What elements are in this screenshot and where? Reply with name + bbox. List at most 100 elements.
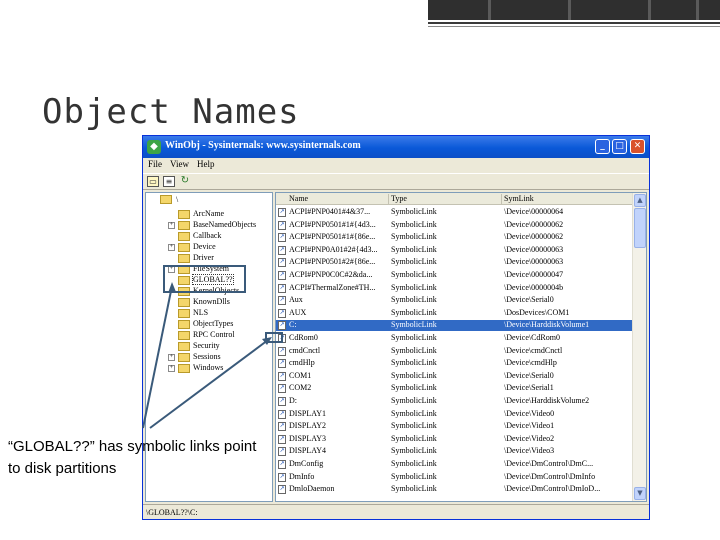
cell-type: SymbolicLink: [391, 358, 437, 368]
tree-item-label: Callback: [193, 231, 222, 240]
cell-type: SymbolicLink: [391, 295, 437, 305]
tree-item[interactable]: RPC Control: [146, 330, 272, 341]
symbolic-link-icon: ↗: [278, 220, 286, 230]
tree-item[interactable]: + BaseNamedObjects: [146, 220, 272, 231]
expand-icon[interactable]: +: [168, 244, 175, 251]
list-row[interactable]: ↗ ACPI#ThermalZone#TH... SymbolicLink \Devi…: [276, 283, 632, 294]
cell-name: ACPI#PNP0501#1#{4d3...: [289, 219, 376, 229]
folder-icon: [178, 221, 190, 230]
folder-icon: [178, 254, 190, 263]
list-row[interactable]: ↗ DISPLAY2 SymbolicLink \Device\Video1: [276, 421, 632, 432]
tree-item[interactable]: Security: [146, 341, 272, 352]
tree-item-label: RPC Control: [193, 330, 235, 339]
cell-type: SymbolicLink: [391, 333, 437, 342]
menu-help[interactable]: Help: [197, 159, 215, 169]
window-titlebar[interactable]: ◆ WinObj - Sysinternals: www.sysinternal…: [143, 136, 649, 158]
list-row[interactable]: ↗ C: SymbolicLink \Device\HarddiskVolume1: [276, 320, 632, 332]
cell-symlink: \Device\00000062: [504, 232, 564, 242]
cell-symlink: \Device\Serial0: [504, 295, 554, 305]
menu-file[interactable]: File: [148, 159, 162, 169]
list-row[interactable]: ↗ DmloDaemon SymbolicLink \Device\DmControl…: [276, 484, 632, 495]
slide-rule: [428, 22, 720, 24]
list-row[interactable]: ↗ DISPLAY3 SymbolicLink \Device\Video2: [276, 434, 632, 445]
tree-item-label: NLS: [193, 308, 209, 317]
properties-icon[interactable]: ≡: [163, 176, 175, 187]
status-bar: \GLOBAL??\C:: [143, 504, 649, 519]
folder-icon: [178, 331, 190, 340]
expand-icon[interactable]: +: [168, 365, 175, 372]
list-row[interactable]: ↗ ACPI#PNP0501#1#{4d3... SymbolicLink \Devi…: [276, 220, 632, 231]
menu-view[interactable]: View: [170, 159, 189, 169]
list-row[interactable]: ↗ ACPI#PNP0A01#2#{4d3... SymbolicLink \Devi…: [276, 245, 632, 256]
slide-band-stripe: [568, 0, 571, 20]
cell-symlink: \Device\HarddiskVolume2: [504, 396, 590, 405]
column-header-symlink[interactable]: SymLink: [504, 194, 534, 205]
tree-item[interactable]: KnownDlls: [146, 297, 272, 308]
expand-icon[interactable]: +: [168, 222, 175, 229]
symbolic-link-icon: ↗: [278, 346, 286, 356]
maximize-button[interactable]: □: [612, 139, 627, 154]
cell-symlink: \Device\Serial1: [504, 383, 554, 393]
scroll-down-button[interactable]: ▼: [634, 487, 646, 500]
tree-root-label: \: [176, 195, 179, 204]
cell-type: SymbolicLink: [391, 270, 437, 279]
symbolic-link-icon: ↗: [278, 371, 286, 381]
tree-item[interactable]: Driver: [146, 253, 272, 264]
status-path: \GLOBAL??\C:: [146, 508, 198, 517]
column-header-name[interactable]: Name: [289, 194, 308, 205]
list-row[interactable]: ↗ DISPLAY4 SymbolicLink \Device\Video3: [276, 446, 632, 457]
tree-item[interactable]: + Windows: [146, 363, 272, 374]
callout-box-c-drive: [265, 332, 283, 343]
list-row[interactable]: ↗ ACPI#PNP0501#1#{86e... SymbolicLink \Devi…: [276, 232, 632, 243]
list-row[interactable]: ↗ DmConfig SymbolicLink \Device\DmControl\D…: [276, 459, 632, 470]
list-row[interactable]: ↗ D: SymbolicLink \Device\HarddiskVolume2: [276, 396, 632, 407]
cell-symlink: \Device\Video2: [504, 433, 555, 443]
cell-type: SymbolicLink: [391, 207, 437, 216]
column-separator[interactable]: [388, 194, 389, 204]
column-separator[interactable]: [501, 194, 502, 204]
tree-item[interactable]: Callback: [146, 231, 272, 242]
list-row[interactable]: ↗ cmdCnctl SymbolicLink \Device\cmdCnctl: [276, 346, 632, 357]
tree-item[interactable]: ArcName: [146, 209, 272, 220]
minimize-button[interactable]: _: [595, 139, 610, 154]
list-row[interactable]: ↗ Aux SymbolicLink \Device\Serial0: [276, 295, 632, 306]
tree-item[interactable]: + Device: [146, 242, 272, 253]
scroll-up-button[interactable]: ▲: [634, 194, 646, 207]
folder-icon: [178, 243, 190, 252]
folder-icon: [178, 298, 190, 307]
list-row[interactable]: ↗ DISPLAY1 SymbolicLink \Device\Video0: [276, 409, 632, 420]
list-row[interactable]: ↗ AUX SymbolicLink \DosDevices\COM1: [276, 308, 632, 319]
cell-type: SymbolicLink: [391, 219, 437, 229]
close-button[interactable]: ✕: [630, 139, 645, 154]
cell-name: C:: [289, 320, 297, 330]
tree-item[interactable]: ObjectTypes: [146, 319, 272, 330]
cell-symlink: \Device\00000063: [504, 257, 564, 267]
cell-name: ACPI#PNP0C0C#2&da...: [289, 270, 373, 279]
tree-item[interactable]: NLS: [146, 308, 272, 319]
cell-type: SymbolicLink: [391, 421, 437, 431]
slide-title: Object Names: [42, 92, 300, 132]
object-list[interactable]: Name Type SymLink ↗ ACPI#PNP0401#4&37... S…: [275, 192, 647, 502]
cell-name: COM2: [289, 383, 312, 393]
cell-type: SymbolicLink: [391, 396, 437, 405]
cell-symlink: \Device\DmControl\DmC...: [504, 459, 594, 468]
list-row[interactable]: ↗ COM2 SymbolicLink \Device\Serial1: [276, 383, 632, 394]
list-row[interactable]: ↗ ACPI#PNP0501#2#{86e... SymbolicLink \Devi…: [276, 257, 632, 268]
refresh-icon[interactable]: ↻: [179, 176, 191, 187]
list-row[interactable]: ↗ ACPI#PNP0C0C#2&da... SymbolicLink \Device…: [276, 270, 632, 281]
cell-name: AUX: [289, 307, 307, 317]
tree-item[interactable]: + Sessions: [146, 352, 272, 363]
list-row[interactable]: ↗ ACPI#PNP0401#4&37... SymbolicLink \Device…: [276, 207, 632, 218]
column-header-type[interactable]: Type: [391, 194, 407, 205]
cell-name: D:: [289, 396, 297, 405]
list-row[interactable]: ↗ COM1 SymbolicLink \Device\Serial0: [276, 371, 632, 382]
list-row[interactable]: ↗ DmInfo SymbolicLink \Device\DmControl\DmI…: [276, 472, 632, 483]
open-folder-icon[interactable]: ▭: [147, 176, 159, 187]
cell-type: SymbolicLink: [391, 383, 437, 393]
cell-name: DISPLAY3: [289, 433, 327, 443]
scroll-thumb[interactable]: [634, 208, 646, 248]
list-row[interactable]: ↗ cmdHlp SymbolicLink \Device\cmdHlp: [276, 358, 632, 369]
list-row[interactable]: ↗ CdRom0 SymbolicLink \Device\CdRom0: [276, 333, 632, 344]
expand-icon[interactable]: +: [168, 354, 175, 361]
vertical-scrollbar[interactable]: ▲ ▼: [632, 193, 646, 501]
